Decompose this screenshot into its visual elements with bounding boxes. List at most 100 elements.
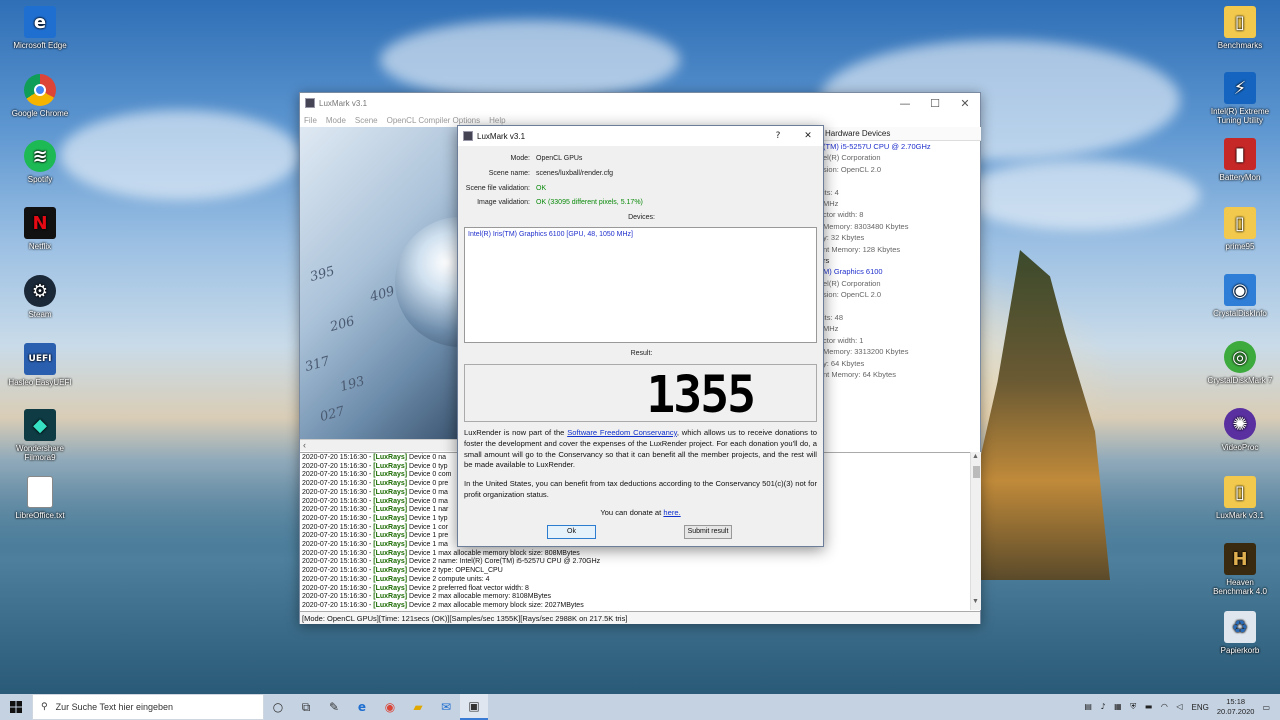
desktop-icon-prime95[interactable]: ▯ prime95 [1205,207,1275,251]
scene-name-label: Scene name: [488,170,530,177]
scroll-down-icon[interactable]: ▼ [972,598,979,605]
desktop-icon-recycle-bin[interactable]: ♻ Papierkorb [1205,611,1275,655]
scene-validation-label: Scene file validation: [465,185,530,192]
desktop-icon-videoproc[interactable]: ✺ VideoProc [1205,408,1275,452]
hardware-line: nt Memory: 64 Kbytes [823,370,896,380]
desktop-icon-libreoffice-txt[interactable]: LibreOffice.txt [5,476,75,520]
hardware-line [823,301,981,312]
scroll-thumb[interactable] [973,466,980,478]
desktop-icon-chrome[interactable]: Google Chrome [5,74,75,118]
language-indicator[interactable]: ENG [1192,703,1209,712]
devices-list[interactable]: Intel(R) Iris(TM) Graphics 6100 [GPU, 48… [464,227,817,343]
scene-validation-value: OK [536,185,547,192]
log-vertical-scrollbar[interactable]: ▲ ▼ [970,452,981,610]
minimize-icon[interactable]: — [890,97,920,110]
log-line: 2020-07-20 15:16:30 - [LuxRays] Device 2… [302,567,503,575]
menu-mode[interactable]: Mode [326,116,346,125]
folder-icon: ▯ [1224,207,1256,239]
result-score: 1355 [646,365,756,425]
battery-icon: ▮ [1224,138,1256,170]
menu-opencl-compiler-options[interactable]: OpenCL Compiler Options [387,116,481,125]
task-view-icon[interactable]: ⧉ [292,694,320,720]
edge-icon: e [24,6,56,38]
menu-help[interactable]: Help [489,116,505,125]
desktop-icon-luxmark[interactable]: ▯ LuxMark v3.1 [1205,476,1275,520]
luxmark-app-icon [305,98,315,108]
chrome-icon [24,74,56,106]
main-titlebar[interactable]: LuxMark v3.1 — ☐ ✕ [300,93,980,113]
desktop-icon-edge[interactable]: e Microsoft Edge [5,6,75,50]
chrome-taskbar-icon[interactable]: ◉ [376,694,404,720]
film-reel-icon: ✺ [1224,408,1256,440]
preview-horizontal-scrollbar[interactable]: ‹ [300,439,458,451]
main-window-title: LuxMark v3.1 [319,98,368,108]
devices-label: Devices: [628,214,655,221]
log-line: 2020-07-20 15:16:30 - [LuxRays] Device 1… [302,549,580,557]
desktop-icon-heaven[interactable]: H Heaven Benchmark 4.0 [1205,543,1275,596]
desktop-icon-crystaldiskinfo[interactable]: ◉ CrystalDiskInfo [1205,274,1275,318]
dialog-title: LuxMark v3.1 [477,131,526,141]
maximize-icon[interactable]: ☐ [920,97,950,110]
start-button[interactable] [0,694,32,720]
desktop-icon-spotify[interactable]: ≋ Spotify [5,140,75,184]
close-icon[interactable]: ✕ [950,97,980,110]
desktop-icon-benchmarks[interactable]: ▯ Benchmarks [1205,6,1275,50]
tax-paragraph: In the United States, you can benefit fr… [464,479,817,499]
mode-value: OpenCL GPUs [536,155,583,162]
hardware-line: MHz [823,199,839,209]
scene-name-value: scenes/luxball/render.cfg [536,170,614,177]
search-icon: ⚲ [41,702,48,712]
text-file-icon [27,476,53,508]
hardware-line: MHz [823,324,839,334]
log-line: 2020-07-20 15:16:30 - [LuxRays] Device 2… [302,601,584,609]
hardware-line: Memory: 3313200 Kbytes [823,347,909,357]
mode-label: Mode: [510,155,530,162]
file-explorer-icon[interactable]: ▰ [404,694,432,720]
filmora-icon: ◆ [24,409,56,441]
hardware-line: rs [823,256,830,266]
desktop-icon-netflix[interactable]: N Netflix [5,207,75,251]
mail-icon[interactable]: ✉ [432,694,460,720]
desktop-icon-easyuefi[interactable]: UEFI Hasleo EasyUEFI [5,343,75,387]
donate-link[interactable]: here. [663,508,680,517]
edge-taskbar-icon[interactable]: e [348,694,376,720]
clock[interactable]: 15:18 20.07.2020 [1217,697,1255,717]
notification-icon[interactable]: ▭ [1262,703,1270,712]
image-validation-label: Image validation: [477,199,530,206]
disk-icon: ◉ [1224,274,1256,306]
desktop-icon-xtu[interactable]: ⚡ Intel(R) Extreme Tuning Utility [1205,72,1275,125]
menu-scene[interactable]: Scene [355,116,378,125]
hardware-line: el(R) Corporation [823,278,881,288]
ok-button[interactable]: Ok [547,525,596,539]
desktop-icon-filmora[interactable]: ◆ Wondershare Filmora9 [5,409,75,462]
hardware-line: nt Memory: 128 Kbytes [823,244,901,254]
dialog-close-icon[interactable]: ✕ [793,131,823,141]
sfc-link[interactable]: Software Freedom Conservancy [567,428,677,437]
cortana-icon[interactable]: ○ [264,694,292,720]
donate-line: You can donate at here. [600,508,681,517]
help-icon[interactable]: ? [763,131,793,141]
hardware-line: sion: OpenCL 2.0 [823,290,882,300]
device-item[interactable]: Intel(R) Iris(TM) Graphics 6100 [GPU, 48… [468,231,813,238]
desktop-icon-batterymon[interactable]: ▮ BatteryMon [1205,138,1275,182]
tab-hardware-devices[interactable]: Hardware Devices [823,127,981,141]
taskbar-search-box[interactable]: ⚲ Zur Suche Text hier eingeben [32,694,264,720]
xtu-icon: ⚡ [1224,72,1256,104]
luxmark-app-icon [463,131,473,141]
desktop-icon-crystaldiskmark[interactable]: ◎ CrystalDiskMark 7 [1205,341,1275,385]
scroll-up-icon[interactable]: ▲ [972,453,979,460]
system-tray: ▤ ♪ ▦ ⛨ ▬ ◠ ◁ ENG 15:18 20.07.2020 ▭ [1084,697,1280,717]
hardware-line: y: 64 Kbytes [823,358,865,368]
tray-icons[interactable]: ▤ ♪ ▦ ⛨ ▬ ◠ ◁ [1084,702,1185,712]
submit-result-button[interactable]: Submit result [684,525,732,539]
menu-file[interactable]: File [304,116,317,125]
luxmark-taskbar-icon[interactable]: ▣ [460,694,488,720]
dialog-titlebar[interactable]: LuxMark v3.1 ? ✕ [458,126,823,146]
desktop-icon-steam[interactable]: ⚙ Steam [5,275,75,319]
log-line: 2020-07-20 15:16:30 - [LuxRays] Device 2… [302,593,552,601]
result-display: 1355 [464,364,817,425]
hardware-line: ctor width: 1 [823,335,864,345]
result-dialog[interactable]: LuxMark v3.1 ? ✕ Mode: OpenCL GPUs Scene… [457,125,824,547]
paint-icon[interactable]: ✎ [320,694,348,720]
status-bar: [Mode: OpenCL GPUs][Time: 121secs (OK)][… [300,611,980,624]
